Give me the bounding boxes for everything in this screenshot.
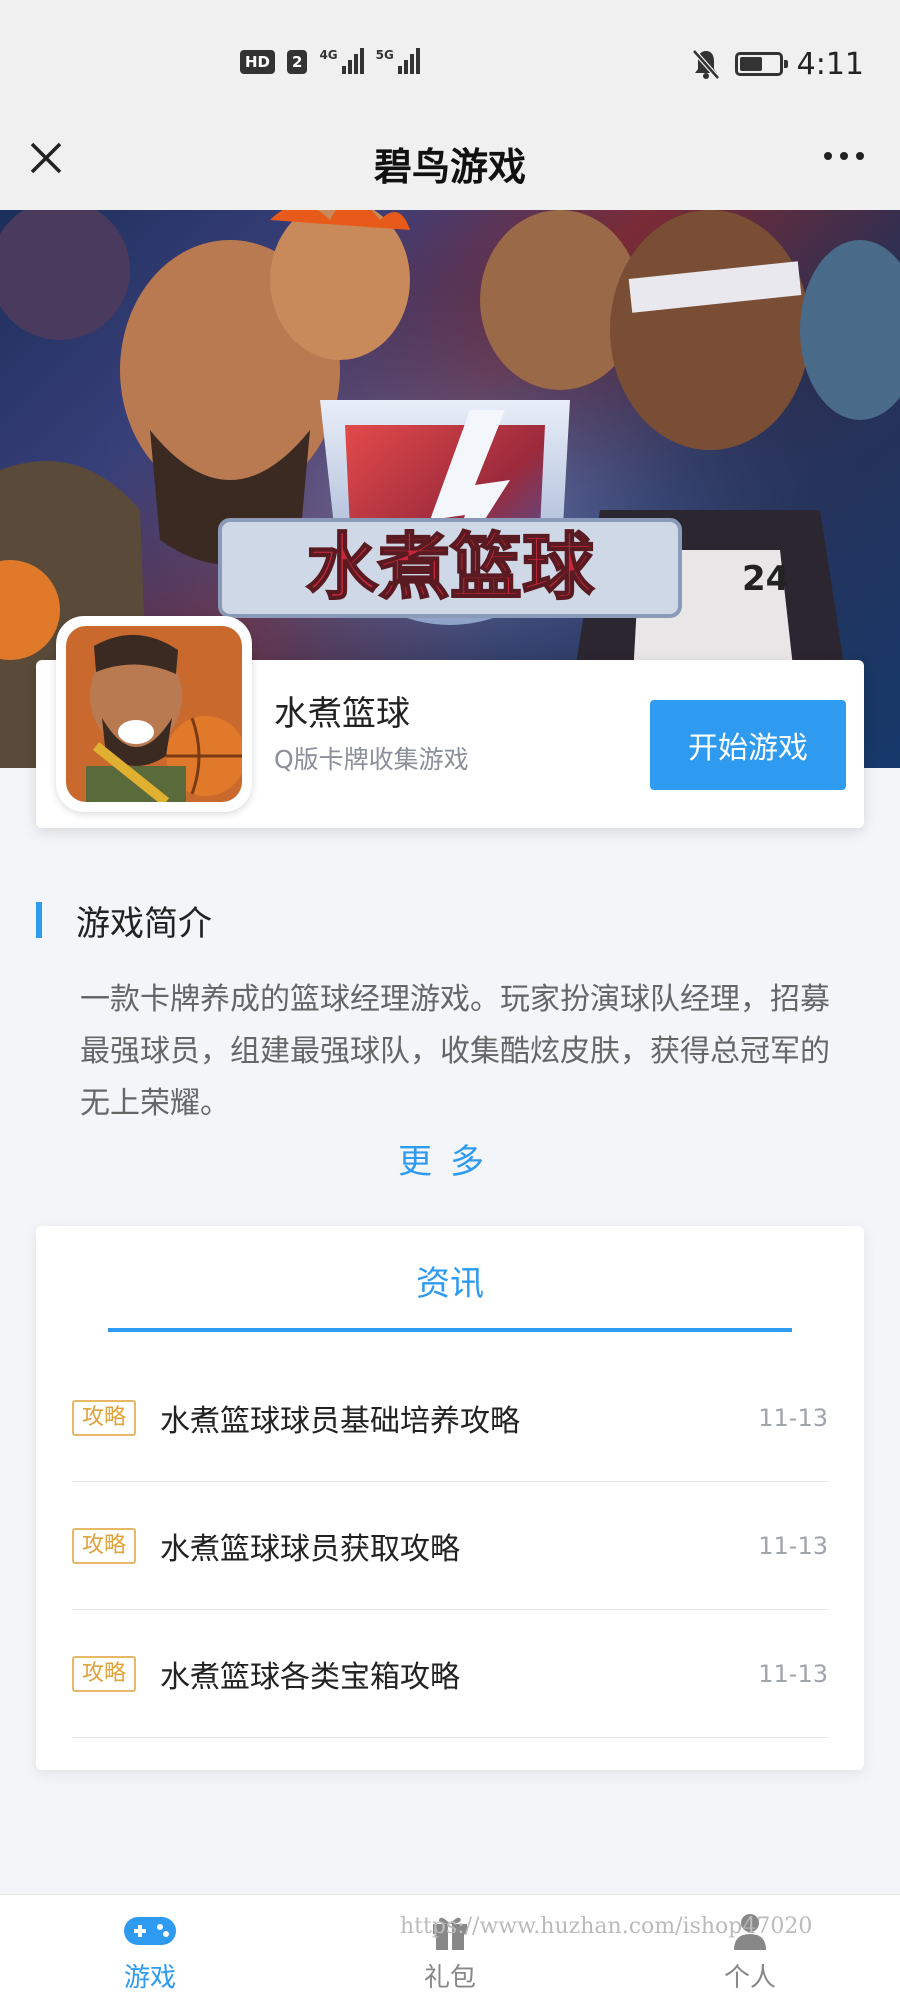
- battery-icon: [734, 52, 788, 76]
- network-indicators: HD 2 4G 5G: [240, 48, 420, 74]
- list-item[interactable]: 攻略 水煮篮球各类宝箱攻略 11-13: [72, 1610, 828, 1738]
- game-app-icon: [56, 616, 252, 812]
- news-tag: 攻略: [72, 1527, 137, 1564]
- net1-label: 4G: [319, 48, 338, 62]
- start-game-button[interactable]: 开始游戏: [650, 700, 846, 790]
- status-right: 4:11: [691, 44, 864, 84]
- nav-bar: 碧鸟游戏: [0, 108, 900, 210]
- tab-games[interactable]: 游戏: [50, 1909, 250, 1994]
- bell-muted-icon: [691, 49, 720, 80]
- gamepad-icon: [124, 1917, 176, 1945]
- news-date: 11-13: [758, 1531, 828, 1560]
- tab-label: 礼包: [423, 1963, 476, 1993]
- sim-badge: 2: [287, 50, 308, 74]
- net2-label: 5G: [375, 48, 394, 62]
- more-link[interactable]: 更多: [0, 1134, 900, 1183]
- list-item[interactable]: 攻略 水煮篮球球员基础培养攻略 11-13: [72, 1354, 828, 1482]
- intro-title: 游戏简介: [76, 903, 212, 944]
- clock: 4:11: [796, 46, 864, 82]
- signal-5g-icon: 5G: [376, 48, 420, 74]
- tab-underline: [108, 1328, 792, 1332]
- news-tag: 攻略: [72, 1655, 137, 1692]
- page-title: 碧鸟游戏: [373, 145, 526, 189]
- news-title[interactable]: 水煮篮球各类宝箱攻略: [160, 1652, 758, 1696]
- game-info-card: 水煮篮球 Q版卡牌收集游戏 开始游戏: [36, 616, 864, 828]
- signal-4g-icon: 4G: [319, 48, 364, 74]
- intro-text: 一款卡牌养成的篮球经理游戏。玩家扮演球队经理，招募最强球员，组建最强球队，收集酷…: [80, 982, 830, 1121]
- news-title[interactable]: 水煮篮球球员基础培养攻略: [160, 1396, 758, 1440]
- tab-label: 游戏: [123, 1963, 176, 1993]
- news-tag: 攻略: [72, 1399, 137, 1436]
- news-card: 资讯 攻略 水煮篮球球员基础培养攻略 11-13 攻略 水煮篮球球员获取攻略 1…: [36, 1226, 864, 1770]
- news-date: 11-13: [758, 1659, 828, 1688]
- news-list: 攻略 水煮篮球球员基础培养攻略 11-13 攻略 水煮篮球球员获取攻略 11-1…: [72, 1354, 828, 1738]
- list-item[interactable]: 攻略 水煮篮球球员获取攻略 11-13: [72, 1482, 828, 1610]
- game-name: 水煮篮球: [274, 694, 410, 734]
- news-title[interactable]: 水煮篮球球员获取攻略: [160, 1524, 758, 1568]
- tab-label: 个人: [723, 1963, 776, 1993]
- watermark: https://www.huzhan.com/ishop47020: [400, 1914, 813, 1939]
- banner-logo-text: 水煮篮球: [306, 525, 595, 609]
- jersey-number: 24: [742, 559, 789, 599]
- bottom-tab-bar: 游戏 礼包 个人: [0, 1894, 900, 2000]
- game-subtitle: Q版卡牌收集游戏: [274, 745, 469, 774]
- news-date: 11-13: [758, 1403, 828, 1432]
- hd-badge: HD: [240, 50, 276, 74]
- section-accent-bar: [36, 902, 42, 938]
- intro-section-header: 游戏简介: [36, 900, 212, 944]
- tab-news[interactable]: 资讯: [108, 1256, 792, 1316]
- more-options-icon[interactable]: [824, 152, 864, 160]
